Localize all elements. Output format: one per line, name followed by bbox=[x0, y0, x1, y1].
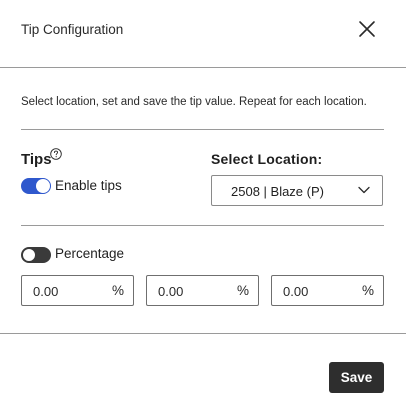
percentage-field-1[interactable]: 0.00 % bbox=[21, 275, 134, 306]
location-select-value: 2508 | Blaze (P) bbox=[231, 184, 324, 199]
tips-label: Tips bbox=[21, 151, 52, 168]
percentage-value: 0.00 bbox=[283, 284, 309, 299]
percent-unit: % bbox=[361, 283, 374, 298]
close-icon[interactable] bbox=[357, 19, 377, 39]
footer-divider bbox=[0, 333, 406, 334]
percentage-value: 0.00 bbox=[33, 284, 59, 299]
percent-unit: % bbox=[236, 283, 249, 298]
percentage-toggle[interactable] bbox=[21, 247, 51, 263]
enable-tips-toggle[interactable] bbox=[21, 178, 51, 194]
chevron-down-icon bbox=[358, 186, 370, 194]
select-location-label: Select Location: bbox=[211, 151, 323, 167]
location-select[interactable]: 2508 | Blaze (P) bbox=[211, 175, 383, 206]
percentage-field-3[interactable]: 0.00 % bbox=[271, 275, 384, 306]
header-divider bbox=[0, 67, 406, 68]
instructions-divider bbox=[21, 129, 384, 130]
question-circle-icon[interactable] bbox=[50, 148, 62, 160]
percent-unit: % bbox=[111, 283, 124, 298]
toggle-knob bbox=[22, 248, 36, 262]
toggle-knob bbox=[36, 179, 50, 193]
dialog-header: Tip Configuration bbox=[0, 0, 406, 68]
percentage-label: Percentage bbox=[55, 246, 125, 261]
dialog-title: Tip Configuration bbox=[21, 22, 124, 37]
save-button[interactable]: Save bbox=[329, 362, 384, 393]
enable-tips-label: Enable tips bbox=[55, 178, 122, 193]
percentage-field-2[interactable]: 0.00 % bbox=[146, 275, 259, 306]
percentage-value: 0.00 bbox=[158, 284, 184, 299]
tips-divider bbox=[21, 225, 384, 226]
instructions-text: Select location, set and save the tip va… bbox=[21, 96, 367, 108]
